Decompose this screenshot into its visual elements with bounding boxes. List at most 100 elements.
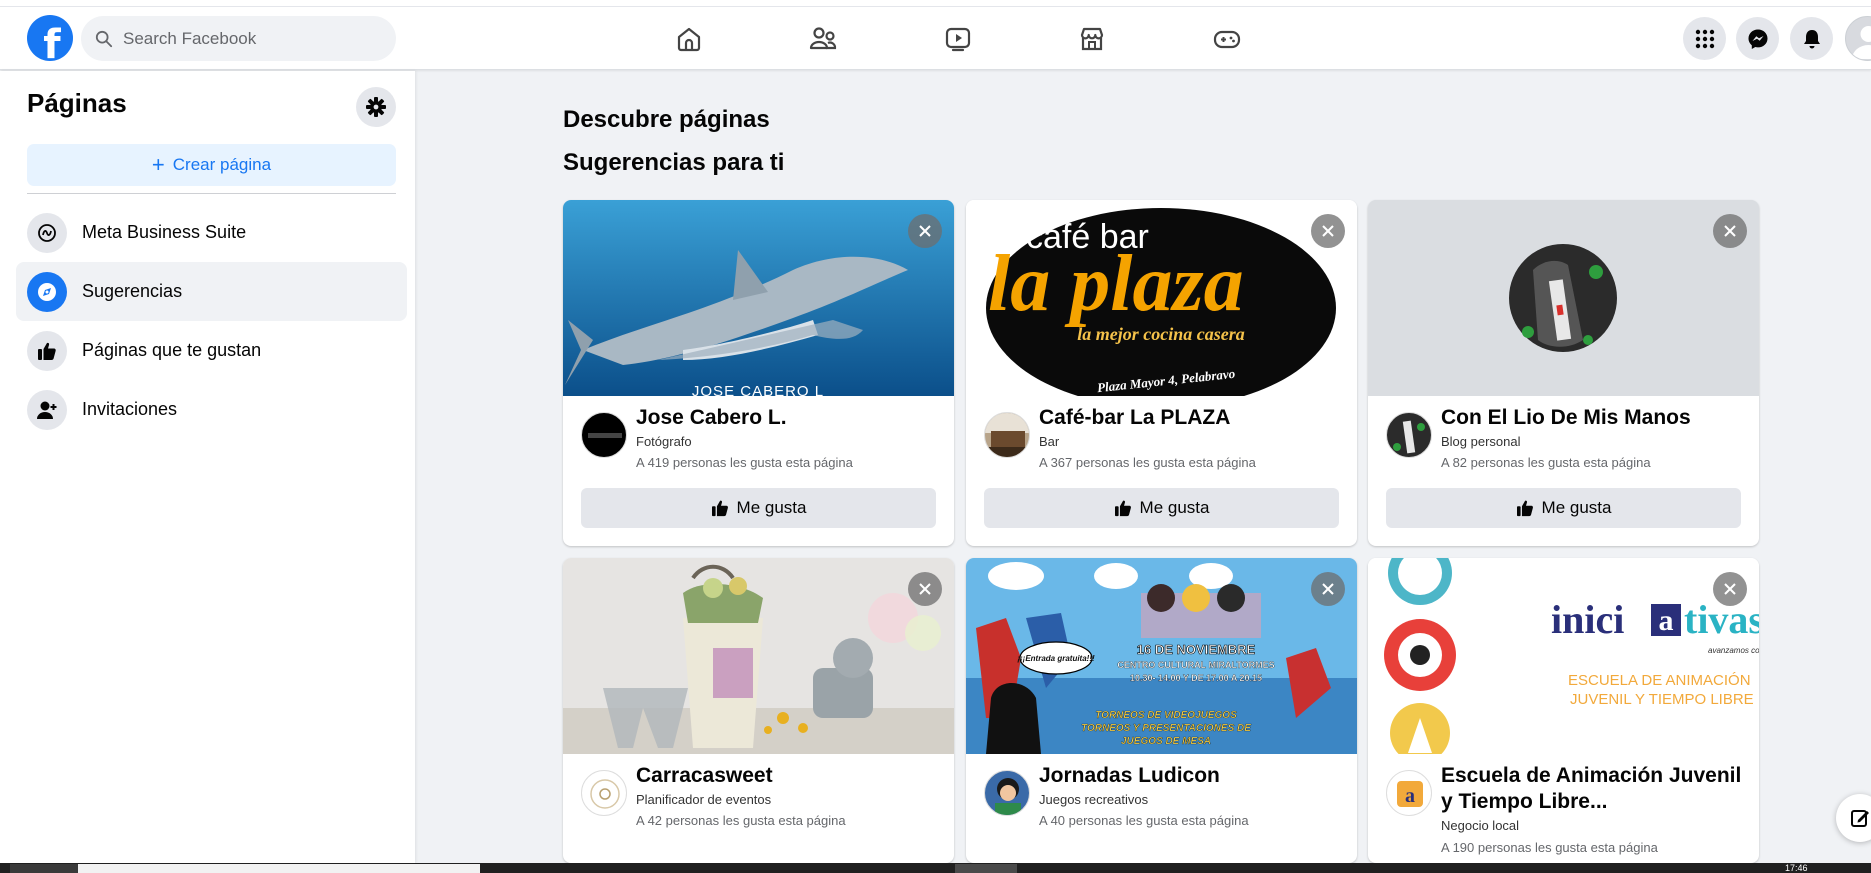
home-icon[interactable] (672, 22, 706, 56)
close-icon[interactable] (1311, 214, 1345, 248)
compose-icon (1851, 810, 1869, 827)
page-name[interactable]: Café-bar La PLAZA (1039, 405, 1344, 431)
cover-watermark: JOSE CABERO L (692, 383, 824, 396)
page-name[interactable]: Jose Cabero L. (636, 405, 941, 431)
menu-grid-icon[interactable] (1683, 17, 1726, 60)
suggestions-title: Sugerencias para ti (563, 149, 785, 176)
cover-text-date: 16 DE NOVIEMBRE (1137, 642, 1256, 657)
page-category: Blog personal (1441, 434, 1521, 449)
top-navigation-bar: f (0, 0, 1871, 70)
page-likes-count: A 42 personas les gusta esta página (636, 813, 846, 828)
page-name[interactable]: Escuela de Animación Juvenil y Tiempo Li… (1441, 763, 1746, 815)
person-add-icon (27, 389, 67, 430)
like-button[interactable]: Me gusta (1386, 488, 1741, 528)
taskbar-start[interactable] (10, 864, 78, 873)
messenger-icon[interactable] (1736, 17, 1779, 60)
cover-text-tournaments: TORNEOS DE VIDEOJUEGOS (1095, 710, 1237, 721)
close-icon[interactable] (908, 214, 942, 248)
cover-text-venue: CENTRO CULTURAL MIRALTORMES (1117, 660, 1274, 670)
page-likes-count: A 40 personas les gusta esta página (1039, 813, 1249, 828)
sidebar-item-paginas-que-te-gustan[interactable]: Páginas que te gustan (16, 321, 407, 380)
sidebar-item-invitaciones[interactable]: Invitaciones (16, 380, 407, 439)
gaming-icon[interactable] (1210, 22, 1244, 56)
marketplace-icon[interactable] (1075, 22, 1109, 56)
page-avatar[interactable] (984, 412, 1030, 458)
page-avatar[interactable] (1386, 412, 1432, 458)
meta-business-icon (27, 212, 67, 253)
page-card-carracasweet: Carracasweet Planificador de eventos A 4… (563, 558, 954, 863)
page-category: Juegos recreativos (1039, 792, 1149, 807)
search-bar[interactable] (81, 16, 396, 61)
cover-slogan: avanzamos con (1708, 646, 1759, 655)
page-avatar[interactable] (581, 770, 627, 816)
like-button[interactable]: Me gusta (984, 488, 1339, 528)
page-category: Bar (1039, 434, 1060, 449)
search-input[interactable] (123, 28, 373, 49)
discover-pages-title: Descubre páginas (563, 106, 770, 133)
thumbs-up-icon (27, 330, 67, 371)
sidebar-item-sugerencias[interactable]: Sugerencias (16, 262, 407, 321)
cover-brand-part-2: a (1659, 604, 1674, 637)
pages-sidebar: Páginas + Crear página Meta Business Sui… (0, 71, 415, 863)
watch-icon[interactable] (941, 22, 975, 56)
page-name[interactable]: Jornadas Ludicon (1039, 763, 1344, 789)
taskbar-search[interactable] (78, 864, 480, 873)
page-name[interactable]: Con El Lio De Mis Manos (1441, 405, 1746, 431)
page-cover-image[interactable] (1368, 200, 1759, 396)
search-icon (95, 30, 113, 47)
page-likes-count: A 82 personas les gusta esta página (1441, 455, 1651, 470)
sidebar-item-label: Sugerencias (82, 281, 183, 301)
page-category: Negocio local (1441, 818, 1520, 833)
page-likes-count: A 419 personas les gusta esta página (636, 455, 853, 470)
page-avatar[interactable] (984, 770, 1030, 816)
sidebar-item-label: Invitaciones (82, 399, 178, 419)
page-cover-image[interactable]: JOSE CABERO L (563, 200, 954, 396)
close-icon[interactable] (1713, 572, 1747, 606)
cover-text-presentations: TORNEOS Y PRESENTACIONES DE (1081, 723, 1251, 734)
thumbs-up-icon (1114, 500, 1131, 517)
close-icon[interactable] (1311, 572, 1345, 606)
close-icon[interactable] (1713, 214, 1747, 248)
cover-brand-part-1: inici (1551, 597, 1624, 642)
browser-edge (0, 0, 1871, 7)
new-message-button[interactable] (1836, 794, 1871, 842)
page-name[interactable]: Carracasweet (636, 763, 941, 789)
like-button[interactable]: Me gusta (581, 488, 936, 528)
page-card-jornadas-ludicon: 16 DE NOVIEMBRE CENTRO CULTURAL MIRALTOR… (966, 558, 1357, 863)
page-avatar[interactable]: a (1386, 770, 1432, 816)
like-button-label: Me gusta (1139, 498, 1210, 517)
close-icon[interactable] (908, 572, 942, 606)
page-cover-image[interactable]: inici a tivas avanzamos con ESCUELA DE A… (1368, 558, 1759, 754)
page-category: Fotógrafo (636, 434, 692, 449)
cover-text-free-entry: ¡¡¡Entrada gratuita!!! (1017, 654, 1095, 663)
page-card-escuela-de-animacion: inici a tivas avanzamos con ESCUELA DE A… (1368, 558, 1759, 863)
thumbs-up-icon (1516, 500, 1533, 517)
page-cover-image[interactable]: café bar la plaza la mejor cocina casera… (966, 200, 1357, 396)
cover-text-board-games: JUEGOS DE MESA (1121, 736, 1211, 747)
page-cover-image[interactable]: 16 DE NOVIEMBRE CENTRO CULTURAL MIRALTOR… (966, 558, 1357, 754)
page-card-cafe-bar-la-plaza: café bar la plaza la mejor cocina casera… (966, 200, 1357, 546)
page-avatar[interactable] (581, 412, 627, 458)
svg-text:a: a (1405, 785, 1415, 807)
cover-text-youth: JUVENIL Y TIEMPO LIBRE (1570, 691, 1754, 708)
page-category: Planificador de eventos (636, 792, 772, 807)
friends-icon[interactable] (806, 22, 840, 56)
taskbar-app[interactable] (955, 864, 1017, 873)
create-page-label: Crear página (172, 155, 272, 174)
profile-avatar[interactable] (1845, 16, 1871, 61)
cover-text-tagline: la mejor cocina casera (1077, 324, 1244, 344)
cover-text-hours: 10.30- 14.00 Y DE 17.00 A 20.15 (1130, 673, 1262, 683)
notifications-icon[interactable] (1790, 17, 1833, 60)
page-card-jose-cabero: JOSE CABERO L Jose Cabero L. Fotógrafo A… (563, 200, 954, 546)
sidebar-item-meta-business-suite[interactable]: Meta Business Suite (16, 203, 407, 262)
page-cover-image[interactable] (563, 558, 954, 754)
like-button-label: Me gusta (1541, 498, 1612, 517)
cover-text-school: ESCUELA DE ANIMACIÓN (1568, 672, 1751, 689)
taskbar-clock: 17:46 (1785, 863, 1808, 873)
cover-text-la-plaza: la plaza (988, 240, 1244, 328)
thumbs-up-icon (711, 500, 728, 517)
facebook-logo-icon[interactable]: f (27, 15, 73, 61)
sidebar-divider (27, 193, 396, 194)
gear-icon[interactable] (356, 87, 396, 127)
create-page-button[interactable]: + Crear página (27, 144, 396, 186)
